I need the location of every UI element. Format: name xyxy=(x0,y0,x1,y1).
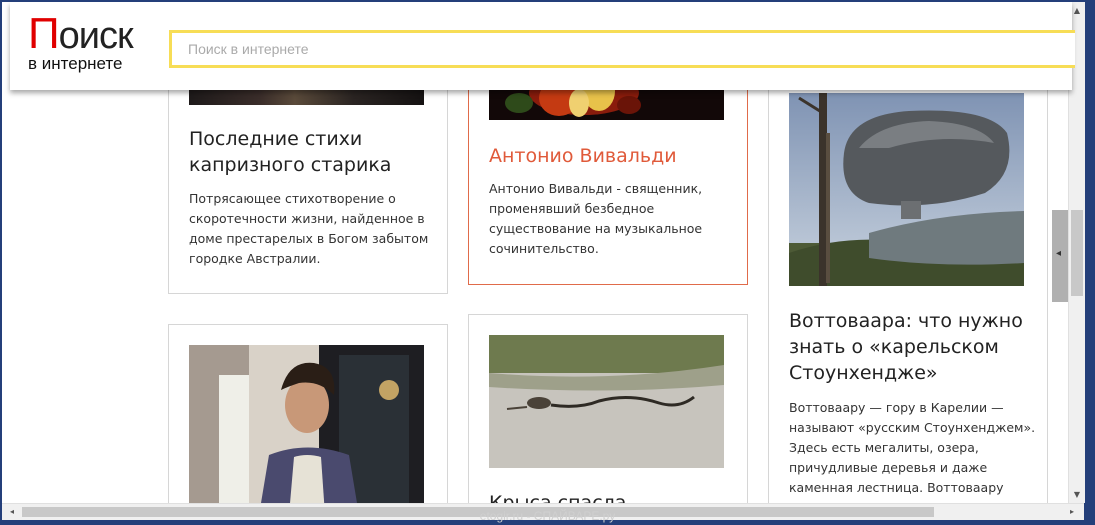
scroll-down-arrow-icon[interactable]: ▼ xyxy=(1069,490,1085,499)
chevron-left-icon: ◂ xyxy=(1056,248,1062,259)
article-card-portrait[interactable] xyxy=(168,324,448,503)
site-logo[interactable]: Поиск в интернете xyxy=(28,12,158,76)
logo-first-letter: П xyxy=(28,9,60,58)
card-title[interactable]: Последние стихи капризного старика xyxy=(189,126,409,178)
article-card-rat[interactable]: Крыса спасла xyxy=(468,314,748,503)
card-description: Потрясающее стихотворение о скоротечност… xyxy=(189,191,429,266)
card-title[interactable]: Крыса спасла xyxy=(489,490,729,503)
watermark-text: etogir.ru - СПАЙВАРЕ.ру xyxy=(479,509,616,523)
card-image-rat[interactable] xyxy=(489,335,724,468)
side-panel-toggle[interactable]: ◂ xyxy=(1052,210,1068,302)
card-title[interactable]: Антонио Вивальди xyxy=(489,143,729,169)
vertical-scroll-thumb[interactable] xyxy=(1071,210,1083,296)
card-title[interactable]: Воттоваара: что нужно знать о «карельско… xyxy=(789,308,1034,386)
logo-rest-text: оиск xyxy=(58,15,134,57)
card-description: Воттоваару — гору в Карелии — называют «… xyxy=(789,400,1036,495)
card-description: Антонио Вивальди - священник, променявши… xyxy=(489,181,703,256)
card-image-vottovaara[interactable] xyxy=(789,93,1024,286)
site-header: Поиск в интернете xyxy=(10,2,1075,90)
search-input[interactable] xyxy=(169,30,1075,68)
article-card-vottovaara[interactable]: Воттоваара: что нужно знать о «карельско… xyxy=(768,42,1048,503)
logo-subtitle: в интернете xyxy=(28,54,123,73)
card-image-portrait[interactable] xyxy=(189,345,424,503)
logo-main-text: Поиск xyxy=(28,12,134,57)
browser-viewport: Последние стихи капризного старика Потря… xyxy=(2,2,1084,503)
young-man-photo xyxy=(189,345,424,503)
rat-snake-photo xyxy=(489,335,724,468)
balancing-rock-photo xyxy=(789,93,1024,286)
